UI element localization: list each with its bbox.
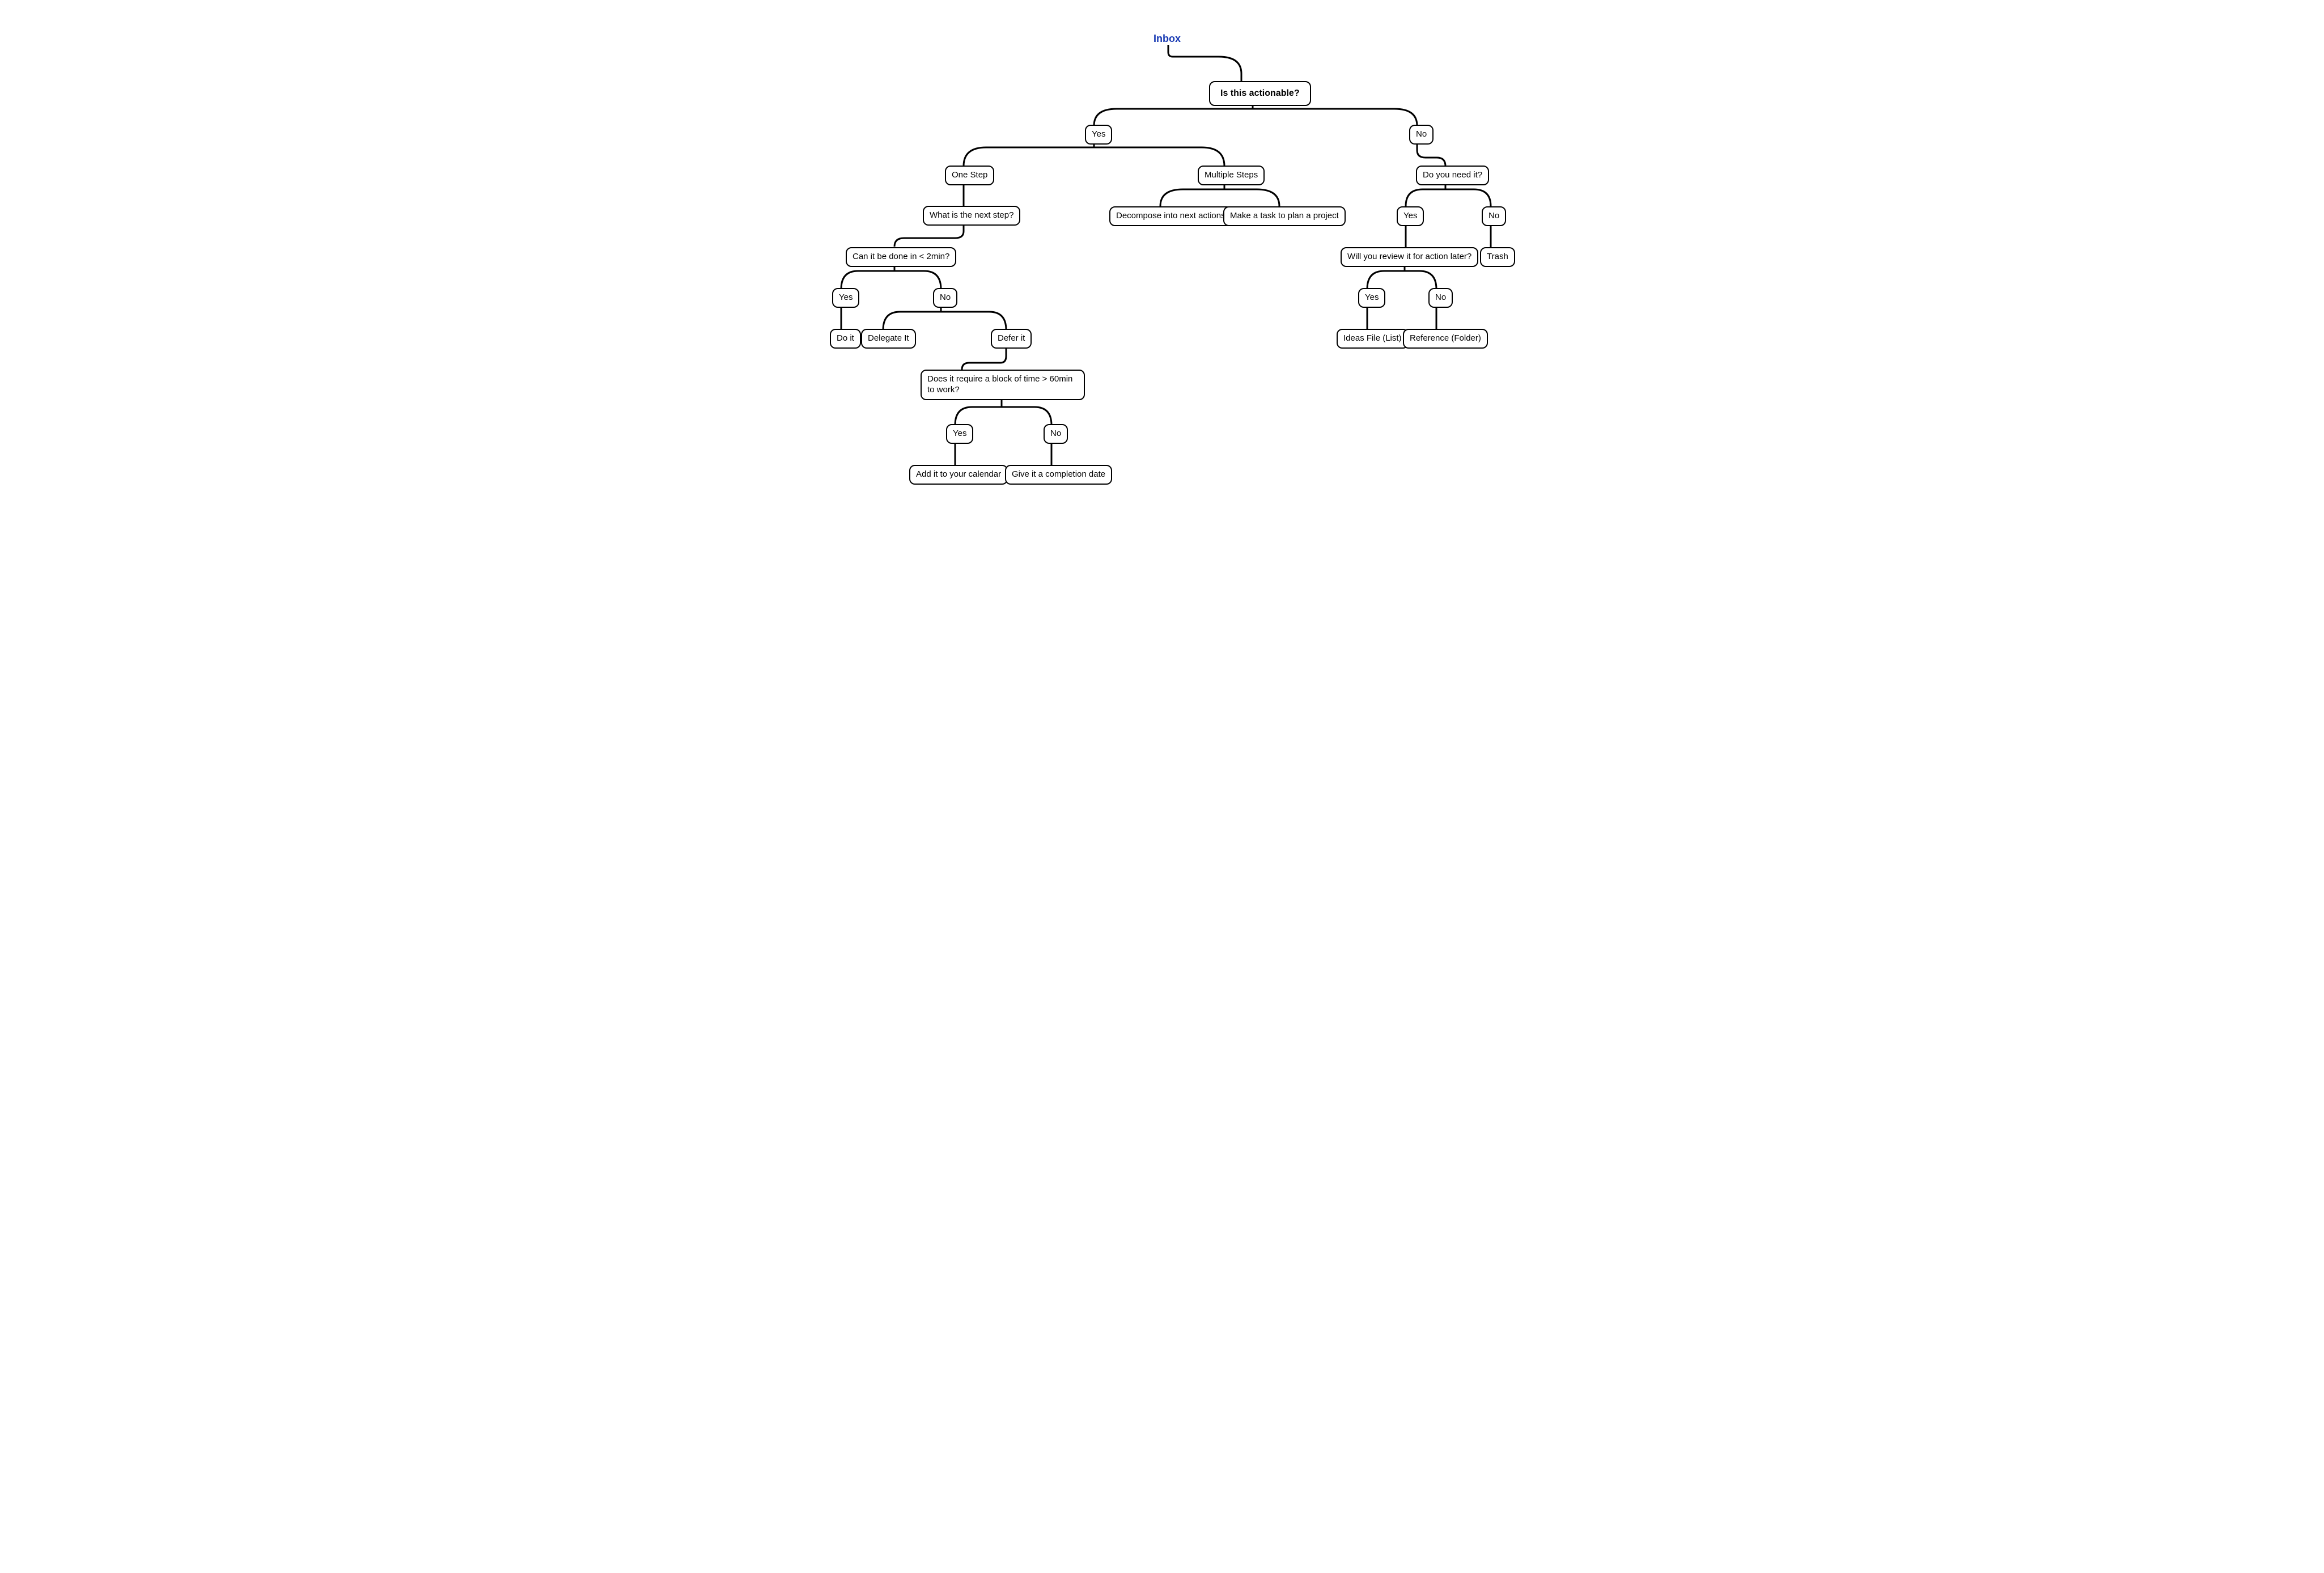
node-review-later: Will you review it for action later? [1341, 247, 1478, 267]
node-do-it: Do it [830, 329, 861, 349]
root-label-inbox: Inbox [1153, 33, 1181, 45]
node-plan-project: Make a task to plan a project [1223, 206, 1346, 226]
node-block-no: No [1044, 424, 1068, 444]
node-two-min-no: No [933, 288, 957, 308]
node-block-yes: Yes [946, 424, 973, 444]
node-review-yes: Yes [1358, 288, 1385, 308]
node-decompose: Decompose into next actions [1109, 206, 1232, 226]
node-multiple-steps: Multiple Steps [1198, 166, 1265, 185]
node-need-no: No [1482, 206, 1506, 226]
node-actionable-no: No [1409, 125, 1434, 145]
node-actionable: Is this actionable? [1209, 81, 1311, 106]
node-defer: Defer it [991, 329, 1032, 349]
node-trash: Trash [1480, 247, 1515, 267]
node-two-min-yes: Yes [832, 288, 859, 308]
node-review-no: No [1428, 288, 1453, 308]
node-delegate: Delegate It [861, 329, 916, 349]
node-block-time: Does it require a block of time > 60min … [921, 370, 1085, 400]
node-need-yes: Yes [1397, 206, 1424, 226]
node-one-step: One Step [945, 166, 994, 185]
node-ideas-file: Ideas File (List) [1337, 329, 1409, 349]
node-completion-date: Give it a completion date [1005, 465, 1112, 485]
flowchart-stage: Inbox Is this actionable? Yes No One Ste… [794, 0, 1530, 499]
node-two-min: Can it be done in < 2min? [846, 247, 956, 267]
node-next-step: What is the next step? [923, 206, 1020, 226]
node-actionable-yes: Yes [1085, 125, 1112, 145]
node-need-it: Do you need it? [1416, 166, 1489, 185]
node-add-calendar: Add it to your calendar [909, 465, 1008, 485]
node-reference: Reference (Folder) [1403, 329, 1488, 349]
